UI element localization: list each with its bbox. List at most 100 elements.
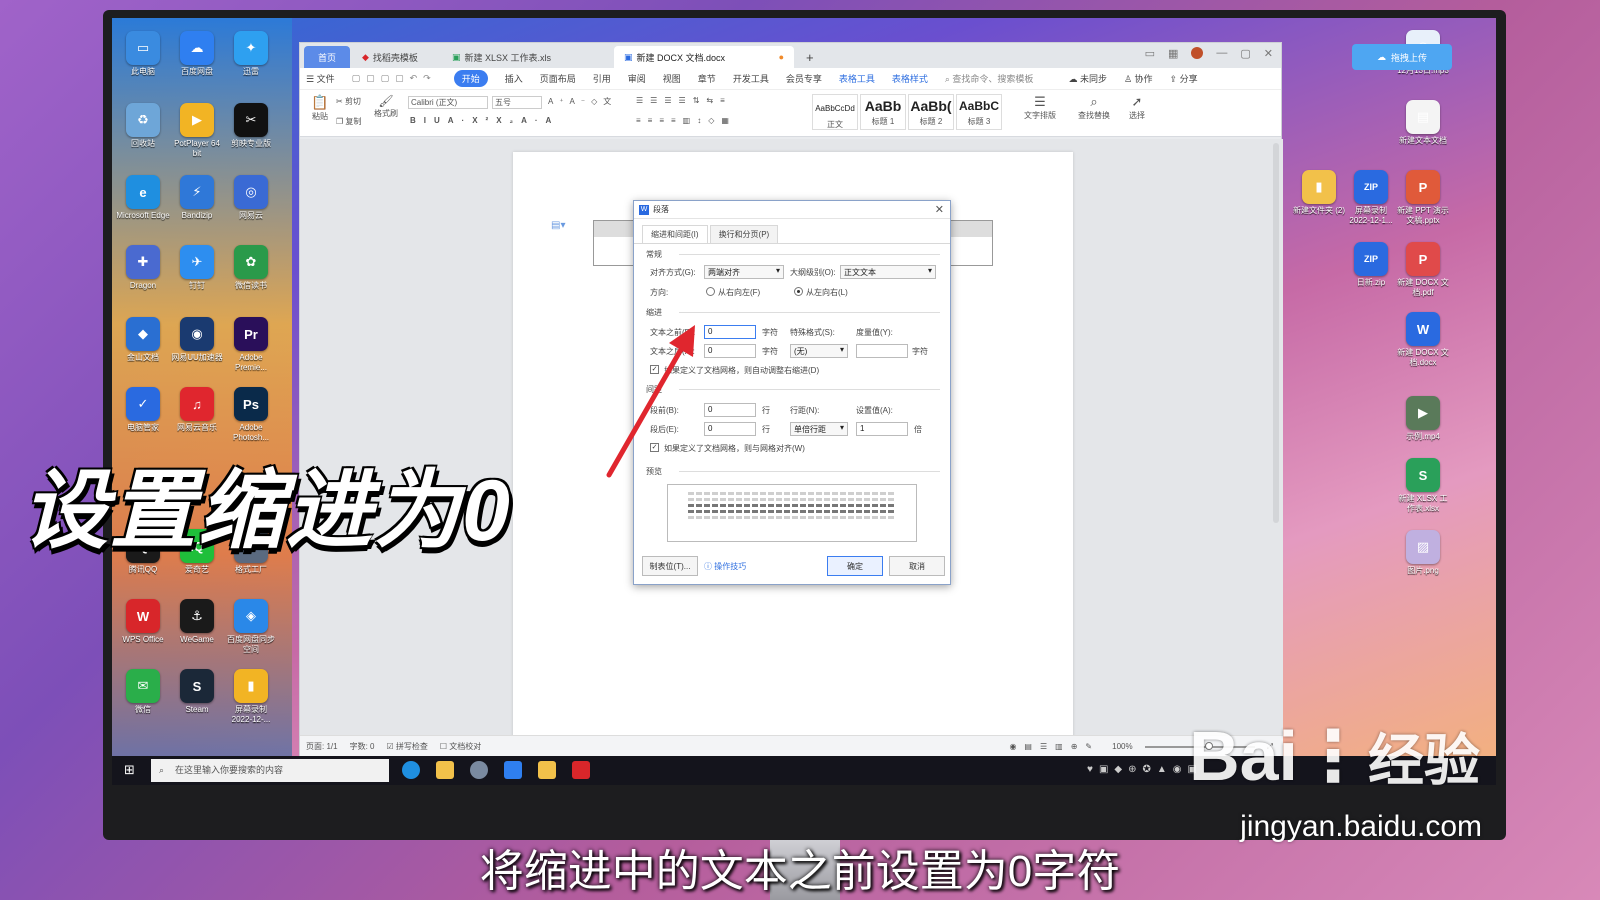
tab-indent-spacing[interactable]: 缩进和间距(I) — [642, 225, 708, 243]
avatar[interactable] — [1191, 47, 1204, 59]
format-painter-button[interactable]: 🖌 格式刷 — [372, 94, 400, 119]
folder-taskbar-icon[interactable] — [538, 761, 556, 779]
system-tray-icons[interactable]: ♥▣◆⊕✪▲◉▣ — [1087, 764, 1203, 775]
ltr-radio[interactable] — [794, 287, 803, 296]
before-text-input[interactable]: 0 — [704, 325, 756, 339]
tab-home[interactable]: 首页 — [304, 46, 350, 68]
desktop-file-icon[interactable]: W 新建 DOCX 文档.docx — [1396, 312, 1450, 368]
menu-table-tools[interactable]: 表格工具 — [839, 72, 875, 85]
layout-icon[interactable]: ▭ — [1145, 47, 1155, 60]
desktop-icon[interactable]: ♫ 网易云音乐 — [170, 387, 224, 443]
list-tools[interactable]: ☰☰☰☰⇅⇆≡ — [636, 96, 732, 105]
desktop-file-icon[interactable]: S 新建 XLSX 工作表.xlsx — [1396, 458, 1450, 514]
command-search[interactable]: ⌕ 查找命令、搜索模板 — [945, 72, 1034, 85]
special-format-select[interactable]: (无) — [790, 344, 848, 358]
desktop-icon[interactable]: Pr Adobe Premie... — [224, 317, 278, 373]
alignment-select[interactable]: 两端对齐 — [704, 265, 784, 279]
style-normal[interactable]: AaBbCcDd 正文 — [812, 94, 858, 130]
unit-label[interactable]: 行 — [762, 405, 770, 416]
desktop-icon[interactable]: ✓ 电脑管家 — [116, 387, 170, 443]
edge-taskbar-icon[interactable] — [402, 761, 420, 779]
menu-view[interactable]: 视图 — [663, 72, 681, 85]
tab-line-page-break[interactable]: 换行和分页(P) — [709, 225, 779, 243]
desktop-icon[interactable]: S Steam — [170, 669, 224, 725]
desktop-file-icon[interactable]: P 新建 PPT 演示文稿.pptx — [1396, 170, 1450, 226]
desktop-file-icon[interactable]: ▨ 图片.png — [1396, 530, 1450, 586]
zoom-level[interactable]: 100% — [1112, 742, 1132, 751]
desktop-icon[interactable]: Ps Adobe Photosh... — [224, 387, 278, 443]
tips-link[interactable]: ⓘ 操作技巧 — [704, 561, 746, 572]
grid-icon[interactable]: ▦ — [1168, 47, 1178, 60]
desktop-icon[interactable]: ◎ 网易云 — [224, 175, 278, 231]
desktop-file-icon[interactable]: ▤ 新建文本文档 — [1396, 100, 1450, 156]
style-heading2[interactable]: AaBb(标题 2 — [908, 94, 954, 130]
desktop-icon[interactable]: ♻ 回收站 — [116, 103, 170, 159]
measure-input[interactable] — [856, 344, 908, 358]
windows-start-icon[interactable]: ⊞ — [124, 762, 135, 778]
ok-button[interactable]: 确定 — [827, 556, 883, 576]
maximize-icon[interactable]: ▢ — [1240, 47, 1250, 60]
text-format-tools[interactable]: BIUA·X²X₂A·A — [410, 116, 559, 125]
align-tools[interactable]: ≡≡≡≡▥↕◇▦ — [636, 116, 736, 125]
desktop-icon[interactable]: ✉ 微信 — [116, 669, 170, 725]
baidu-netdisk-taskbar-icon[interactable] — [504, 761, 522, 779]
desktop-icon[interactable]: W WPS Office — [116, 599, 170, 655]
desktop-file-icon[interactable]: ZIP 屏幕录制 2022-12-1... — [1344, 170, 1398, 226]
app-taskbar-icon[interactable] — [470, 761, 488, 779]
desktop-icon[interactable]: ▶ PotPlayer 64 bit — [170, 103, 224, 159]
menu-review[interactable]: 审阅 — [628, 72, 646, 85]
wps-taskbar-icon[interactable] — [572, 761, 590, 779]
share-button[interactable]: ⇪ 分享 — [1170, 72, 1198, 85]
menu-developer[interactable]: 开发工具 — [733, 72, 769, 85]
desktop-file-icon[interactable]: P 新建 DOCX 文档.pdf — [1396, 242, 1450, 298]
tab-docx[interactable]: ▣ 新建 DOCX 文档.docx ● — [614, 46, 794, 68]
desktop-icon[interactable]: ✦ 迅雷 — [224, 31, 278, 87]
vertical-scrollbar[interactable] — [1273, 143, 1279, 523]
desktop-file-icon[interactable]: ▶ 示例.mp4 — [1396, 396, 1450, 452]
tab-docer-templates[interactable]: ◆ 找稻壳模板 — [352, 46, 440, 68]
sync-status[interactable]: ☁ 未同步 — [1068, 72, 1107, 85]
desktop-icon[interactable]: ☁ 百度网盘 — [170, 31, 224, 87]
desktop-icon[interactable]: ✿ 微信读书 — [224, 245, 278, 301]
desktop-icon[interactable]: ▭ 此电脑 — [116, 31, 170, 87]
font-size-select[interactable]: 五号 — [492, 96, 542, 109]
unit-label[interactable]: 字符 — [762, 327, 778, 338]
menu-insert[interactable]: 插入 — [505, 72, 523, 85]
desktop-icon[interactable]: ⚡ Bandizip — [170, 175, 224, 231]
rtl-radio[interactable] — [706, 287, 715, 296]
spacing-before-input[interactable]: 0 — [704, 403, 756, 417]
new-tab-button[interactable]: + — [796, 46, 824, 68]
taskbar-search[interactable]: ⌕ 在这里输入你要搜索的内容 — [151, 759, 389, 782]
desktop-icon[interactable]: ✂ 剪映专业版 — [224, 103, 278, 159]
desktop-icon[interactable]: ⚓ WeGame — [170, 599, 224, 655]
proofread[interactable]: ☐ 文档校对 — [440, 741, 481, 752]
minimize-icon[interactable]: — — [1216, 47, 1227, 60]
cloud-upload-button[interactable]: ☁ 拖拽上传 — [1352, 44, 1452, 70]
desktop-icon[interactable]: ✈ 钉钉 — [170, 245, 224, 301]
quick-access-icons[interactable]: ▢▢▢▢↶↷ — [352, 73, 437, 84]
unit-label[interactable]: 字符 — [912, 346, 928, 357]
desktop-icon[interactable]: ◆ 金山文档 — [116, 317, 170, 373]
close-icon[interactable]: ✕ — [1264, 47, 1273, 60]
after-text-input[interactable]: 0 — [704, 344, 756, 358]
desktop-file-icon[interactable]: ▮ 新建文件夹 (2) — [1292, 170, 1346, 226]
menu-references[interactable]: 引用 — [593, 72, 611, 85]
style-heading1[interactable]: AaBb 标题 1 — [860, 94, 906, 130]
find-replace-button[interactable]: ⌕ 查找替换 — [1072, 94, 1116, 121]
style-heading3[interactable]: AaBbC 标题 3 — [956, 94, 1002, 130]
view-mode-icons[interactable]: ◉▤☰▥⊕✎ — [1009, 742, 1100, 751]
text-layout-button[interactable]: ☰ 文字排版 — [1018, 94, 1062, 121]
desktop-icon[interactable]: e Microsoft Edge — [116, 175, 170, 231]
copy-button[interactable]: ❐ 复制 — [336, 116, 361, 127]
font-tools[interactable]: A⁺A⁻◇文 — [548, 96, 617, 107]
menu-start[interactable]: 开始 — [453, 70, 488, 87]
tab-stops-button[interactable]: 制表位(T)... — [642, 556, 698, 576]
collab-button[interactable]: ♙ 协作 — [1124, 72, 1153, 85]
set-value-input[interactable]: 1 — [856, 422, 908, 436]
unit-label[interactable]: 行 — [762, 424, 770, 435]
cancel-button[interactable]: 取消 — [889, 556, 945, 576]
tab-xlsx[interactable]: ▣ 新建 XLSX 工作表.xls — [442, 46, 612, 68]
cut-button[interactable]: ✂ 剪切 — [336, 96, 361, 107]
font-family-select[interactable]: Calibri (正文) — [408, 96, 488, 109]
desktop-icon[interactable]: ▮ 屏幕录制 2022-12-... — [224, 669, 278, 725]
